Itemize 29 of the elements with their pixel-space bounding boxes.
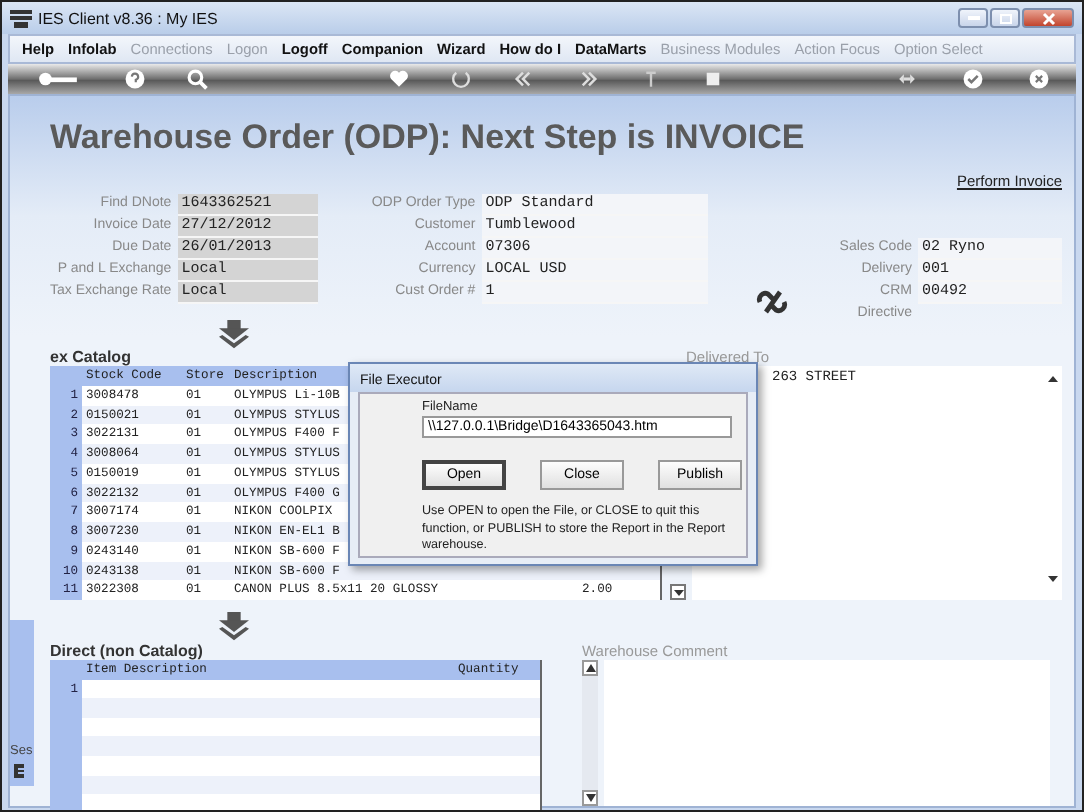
heart-icon[interactable] — [388, 68, 410, 90]
key-icon[interactable] — [36, 68, 80, 90]
rewind-icon[interactable] — [512, 68, 534, 90]
scroll-down-button[interactable] — [582, 790, 598, 806]
close-icon — [1041, 11, 1055, 25]
help-icon[interactable] — [124, 68, 146, 90]
app-icon — [10, 9, 32, 27]
scroll-down-icon[interactable] — [1048, 574, 1058, 584]
down-arrow-icon — [214, 612, 254, 642]
window-title: IES Client v8.36 : My IES — [38, 9, 220, 27]
close-icon[interactable] — [1028, 68, 1050, 90]
maximize-button[interactable] — [990, 8, 1020, 28]
check-icon[interactable] — [962, 68, 984, 90]
dropdown-button[interactable] — [670, 584, 686, 600]
loop-icon[interactable] — [450, 68, 472, 90]
search-icon[interactable] — [186, 68, 208, 90]
page-heading: Warehouse Order (ODP): Next Step is INVOICE — [50, 118, 807, 158]
down-arrow-icon — [214, 320, 254, 350]
minimize-button[interactable] — [958, 8, 988, 28]
maximize-icon — [999, 13, 1011, 23]
panel-icon[interactable] — [14, 764, 24, 778]
scroll-up-button[interactable] — [582, 660, 598, 676]
section-title: ex Catalog — [50, 348, 131, 366]
forward-icon[interactable] — [578, 68, 600, 90]
comment-field[interactable] — [604, 660, 1050, 806]
scroll-up-icon[interactable] — [1048, 374, 1058, 384]
section-title: Direct (non Catalog) — [50, 642, 203, 660]
close-button[interactable] — [1022, 8, 1074, 28]
square-icon[interactable] — [702, 68, 724, 90]
